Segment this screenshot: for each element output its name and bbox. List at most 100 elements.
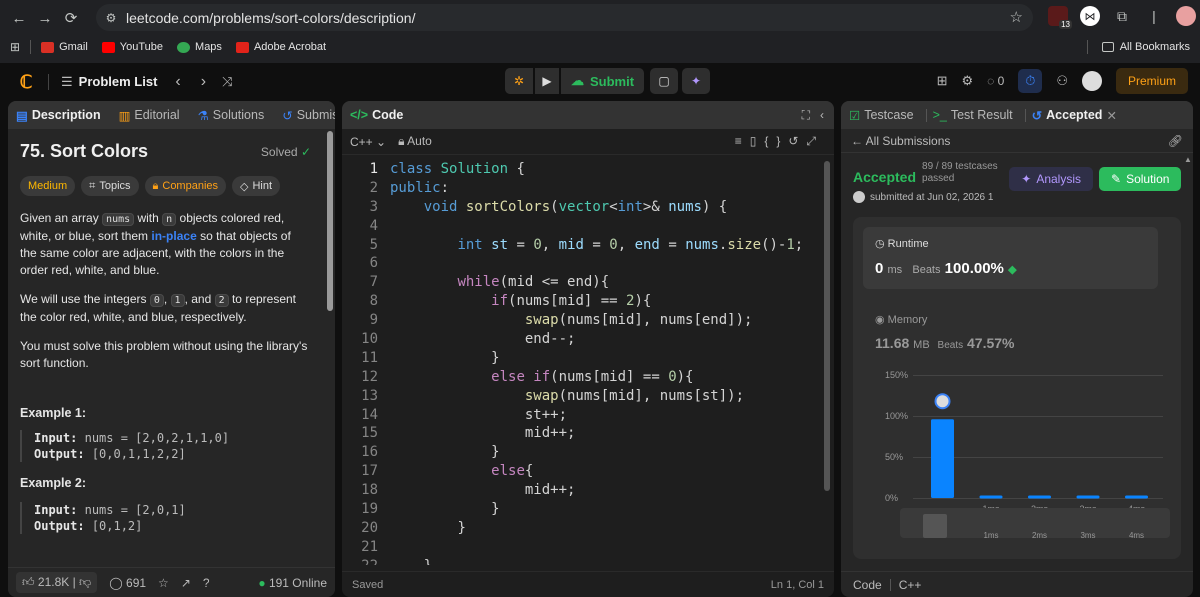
all-submissions-link[interactable]: ← All Submissions: [851, 134, 950, 148]
premium-button[interactable]: Premium: [1115, 68, 1188, 94]
link-icon[interactable]: 🔗︎: [1168, 134, 1183, 148]
analysis-button[interactable]: ✦ Analysis: [1009, 167, 1093, 191]
slider-tick-label: 3ms: [1080, 531, 1095, 540]
code-line[interactable]: 17 else{: [342, 462, 834, 481]
maximize-icon[interactable]: ⛶: [802, 108, 810, 122]
forward-icon[interactable]: →: [32, 5, 58, 31]
collapse-icon[interactable]: ‹: [820, 108, 824, 122]
notes-icon[interactable]: ▢: [650, 68, 679, 94]
like-button[interactable]: 👍︎ 21.8K | 👎︎: [16, 572, 98, 593]
settings-icon[interactable]: ⚙: [962, 73, 974, 89]
maps-icon: [177, 41, 191, 53]
code-line[interactable]: 15 mid++;: [342, 424, 834, 443]
all-bookmarks[interactable]: All Bookmarks: [1086, 40, 1190, 54]
line-number: 7: [369, 274, 378, 291]
comments-button[interactable]: ◯ 691: [109, 576, 146, 590]
timer-icon[interactable]: ⏱: [1018, 69, 1043, 93]
tab-code[interactable]: </> Code: [350, 108, 403, 122]
profile-avatar[interactable]: [1176, 6, 1196, 26]
add-user-icon[interactable]: ⚇: [1056, 73, 1068, 89]
code-line[interactable]: 9 swap(nums[mid], nums[end]);: [342, 311, 834, 330]
tab-description[interactable]: ▤ Description: [16, 108, 101, 123]
line-number: 5: [369, 236, 378, 253]
layout-icon[interactable]: ⊞: [937, 73, 948, 89]
leetcode-logo-icon[interactable]: ℂ: [16, 72, 36, 92]
code-line[interactable]: 18 mid++;: [342, 481, 834, 500]
auto-mode[interactable]: 🔒︎ Auto: [398, 134, 432, 149]
solution-button[interactable]: ✎ Solution: [1099, 167, 1181, 191]
tab-solutions[interactable]: ⚗ Solutions: [198, 108, 265, 123]
tab-editorial[interactable]: ▥ Editorial: [119, 108, 180, 123]
tab-test-result[interactable]: >_ Test Result: [933, 108, 1013, 122]
help-icon[interactable]: ?: [203, 576, 210, 590]
code-line[interactable]: 12 else if(nums[mid] == 0){: [342, 368, 834, 387]
tab-testcase[interactable]: ☑ Testcase: [849, 108, 914, 123]
format-icon[interactable]: ≡: [735, 134, 750, 148]
share-link-icon[interactable]: ↗: [181, 576, 191, 590]
language-select[interactable]: C++ ⌄: [350, 135, 386, 149]
tab-accepted[interactable]: ↺ Accepted ✕: [1032, 108, 1117, 123]
divider-icon: |: [1152, 8, 1156, 24]
bookmark-acrobat[interactable]: Adobe Acrobat: [235, 41, 326, 53]
code-line[interactable]: 6: [342, 254, 834, 273]
extension-icon[interactable]: 13: [1048, 6, 1072, 29]
close-icon[interactable]: ✕: [1106, 108, 1116, 123]
braces-icon[interactable]: {}: [764, 134, 788, 148]
right-scrollbar[interactable]: ▲: [1184, 155, 1192, 555]
editor-scrollbar[interactable]: [824, 161, 830, 491]
share-icon[interactable]: ⋈: [1080, 6, 1100, 26]
apps-icon[interactable]: ⊞: [10, 40, 20, 54]
extensions-area: 13 ⋈ ⧉ | ⋮: [1048, 6, 1200, 29]
run-button[interactable]: ▶: [535, 68, 559, 94]
scrollbar[interactable]: [327, 131, 333, 311]
line-number: 22: [342, 557, 378, 565]
code-line[interactable]: 10 end--;: [342, 330, 834, 349]
code-line[interactable]: 1 class Solution {: [342, 160, 834, 179]
ai-sparkle-icon[interactable]: ✦: [682, 68, 711, 94]
code-line[interactable]: 20 }: [342, 519, 834, 538]
bookmark-maps[interactable]: Maps: [177, 41, 222, 53]
address-bar[interactable]: ⚙ leetcode.com/problems/sort-colors/desc…: [96, 4, 1033, 31]
problem-list-link[interactable]: Problem List: [79, 74, 158, 89]
tab-submissions[interactable]: ↺Submissions: [282, 108, 335, 123]
bookmark-youtube[interactable]: YouTube: [101, 41, 163, 53]
code-line[interactable]: 4: [342, 217, 834, 236]
submit-button[interactable]: ☁ Submit: [561, 68, 645, 94]
code-line[interactable]: 14 st++;: [342, 406, 834, 425]
topics-tag[interactable]: ⌗ Topics: [81, 176, 139, 196]
puzzle-icon[interactable]: ⧉: [1112, 6, 1132, 26]
code-line[interactable]: 13 swap(nums[mid], nums[st]);: [342, 387, 834, 406]
bookmark-icon[interactable]: ▯: [750, 134, 765, 148]
code-line[interactable]: 19 }: [342, 500, 834, 519]
code-line[interactable]: 2 public:: [342, 179, 834, 198]
streak[interactable]: ◌ 0: [987, 74, 1004, 88]
next-problem-icon[interactable]: ›: [201, 73, 206, 91]
shuffle-icon[interactable]: ⤨: [222, 74, 232, 90]
reload-icon[interactable]: ⟳: [58, 5, 84, 31]
site-info-icon[interactable]: ⚙: [98, 11, 124, 25]
prev-problem-icon[interactable]: ‹: [175, 73, 180, 91]
code-line[interactable]: 5 int st = 0, mid = 0, end = nums.size()…: [342, 236, 834, 255]
companies-tag[interactable]: 🔒︎ Companies: [144, 176, 227, 196]
code-line[interactable]: 16 }: [342, 443, 834, 462]
footer-lang-label: C++: [898, 577, 922, 592]
code-line[interactable]: 7 while(mid <= end){: [342, 273, 834, 292]
in-place-link[interactable]: in-place: [151, 229, 196, 243]
code-line[interactable]: 22 }: [342, 557, 834, 565]
code-line[interactable]: 11 }: [342, 349, 834, 368]
code-tabs: </> Code ⛶ ‹: [342, 101, 834, 129]
code-line[interactable]: 8 if(nums[mid] == 2){: [342, 292, 834, 311]
hint-tag[interactable]: ◇ Hint: [232, 176, 281, 196]
code-line[interactable]: 3 void sortColors(vector<int>& nums) {: [342, 198, 834, 217]
code-line[interactable]: 21: [342, 538, 834, 557]
debug-icon[interactable]: ✲: [505, 68, 533, 94]
expand-icon[interactable]: ⤢: [806, 134, 824, 148]
back-icon[interactable]: ←: [6, 5, 32, 31]
user-avatar[interactable]: [1081, 71, 1102, 91]
reset-icon[interactable]: ↺: [788, 134, 806, 148]
bookmark-star-icon[interactable]: ☆: [1010, 8, 1023, 26]
bookmark-gmail[interactable]: Gmail: [41, 41, 88, 53]
code-editor[interactable]: 1 class Solution {2 public: 3 void sortColo…: [342, 155, 834, 565]
line-code: swap(nums[mid], nums[st]);: [524, 387, 745, 404]
star-icon[interactable]: ☆: [158, 576, 169, 590]
